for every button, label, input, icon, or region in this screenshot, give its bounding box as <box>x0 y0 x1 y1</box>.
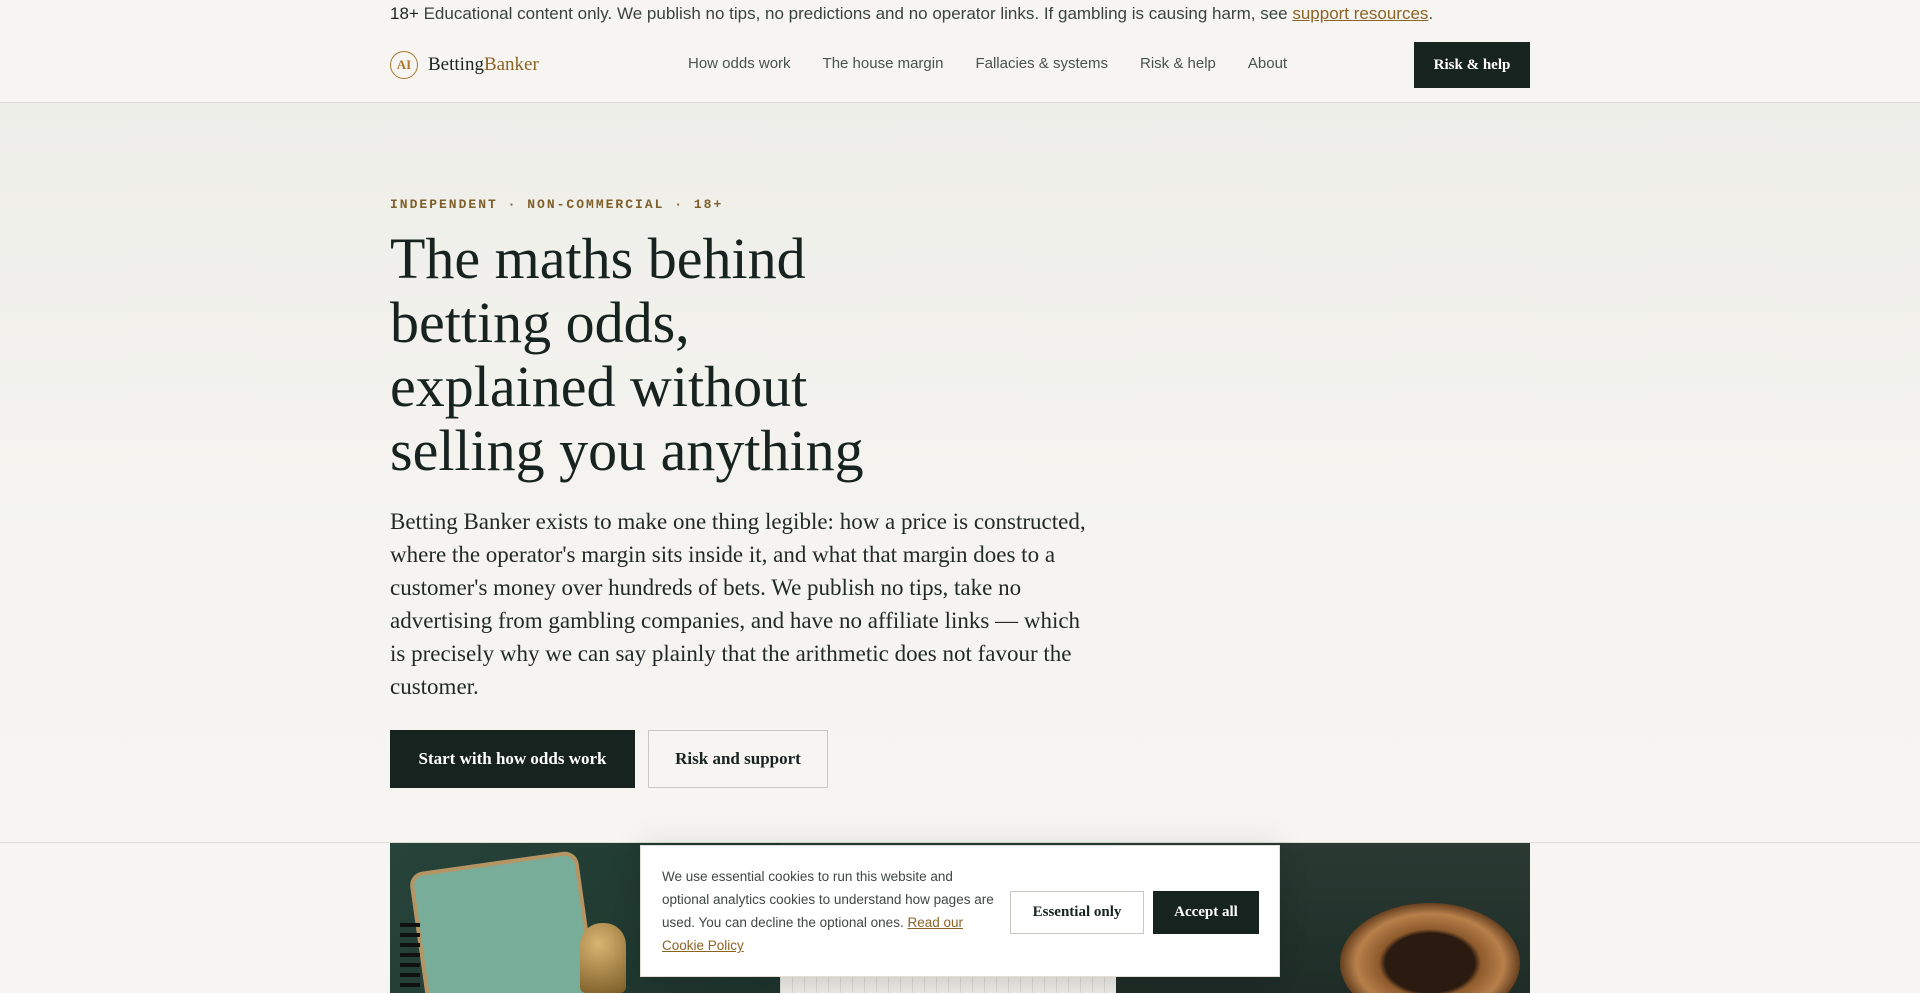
nav-fallacies-systems[interactable]: Fallacies & systems <box>975 55 1108 72</box>
site-logo[interactable]: AI BettingBanker <box>390 51 539 79</box>
hero-eyebrow: INDEPENDENT · NON-COMMERCIAL · 18+ <box>390 197 724 212</box>
header-risk-help-button[interactable]: Risk & help <box>1414 42 1530 88</box>
brass-ornament-image <box>580 923 626 993</box>
notebook-image <box>408 849 598 993</box>
age-notice-banner: 18+ Educational content only. We publish… <box>390 0 1433 27</box>
cookie-consent-banner: We use essential cookies to run this web… <box>640 845 1280 977</box>
age-badge: 18+ <box>390 4 419 23</box>
hero-lead: Betting Banker exists to make one thing … <box>390 509 1086 699</box>
notice-end: . <box>1428 4 1434 23</box>
support-resources-link[interactable]: support resources <box>1292 4 1428 23</box>
accept-all-button[interactable]: Accept all <box>1153 891 1259 934</box>
risk-and-support-button[interactable]: Risk and support <box>648 730 828 788</box>
hero-title: The maths behind betting odds, explained… <box>390 226 864 483</box>
nav-about[interactable]: About <box>1248 55 1287 72</box>
notice-text: Educational content only. We publish no … <box>418 4 1293 23</box>
logo-wordmark: BettingBanker <box>428 54 539 76</box>
main-nav: How odds work The house margin Fallacies… <box>688 55 1287 72</box>
nav-risk-help[interactable]: Risk & help <box>1140 55 1216 72</box>
logo-mark-icon: AI <box>390 51 418 79</box>
site-header: AI BettingBanker How odds work The house… <box>0 27 1920 103</box>
notebook-spiral <box>400 923 420 993</box>
logo-word-2: Banker <box>483 54 539 75</box>
nav-house-margin[interactable]: The house margin <box>823 55 944 72</box>
hero-section: INDEPENDENT · NON-COMMERCIAL · 18+ The m… <box>0 103 1920 843</box>
cookie-text: We use essential cookies to run this web… <box>662 865 1002 957</box>
nav-how-odds-work[interactable]: How odds work <box>688 55 791 72</box>
logo-word-1: Betting <box>428 54 484 75</box>
start-how-odds-work-button[interactable]: Start with how odds work <box>390 730 635 788</box>
essential-only-button[interactable]: Essential only <box>1010 891 1144 934</box>
